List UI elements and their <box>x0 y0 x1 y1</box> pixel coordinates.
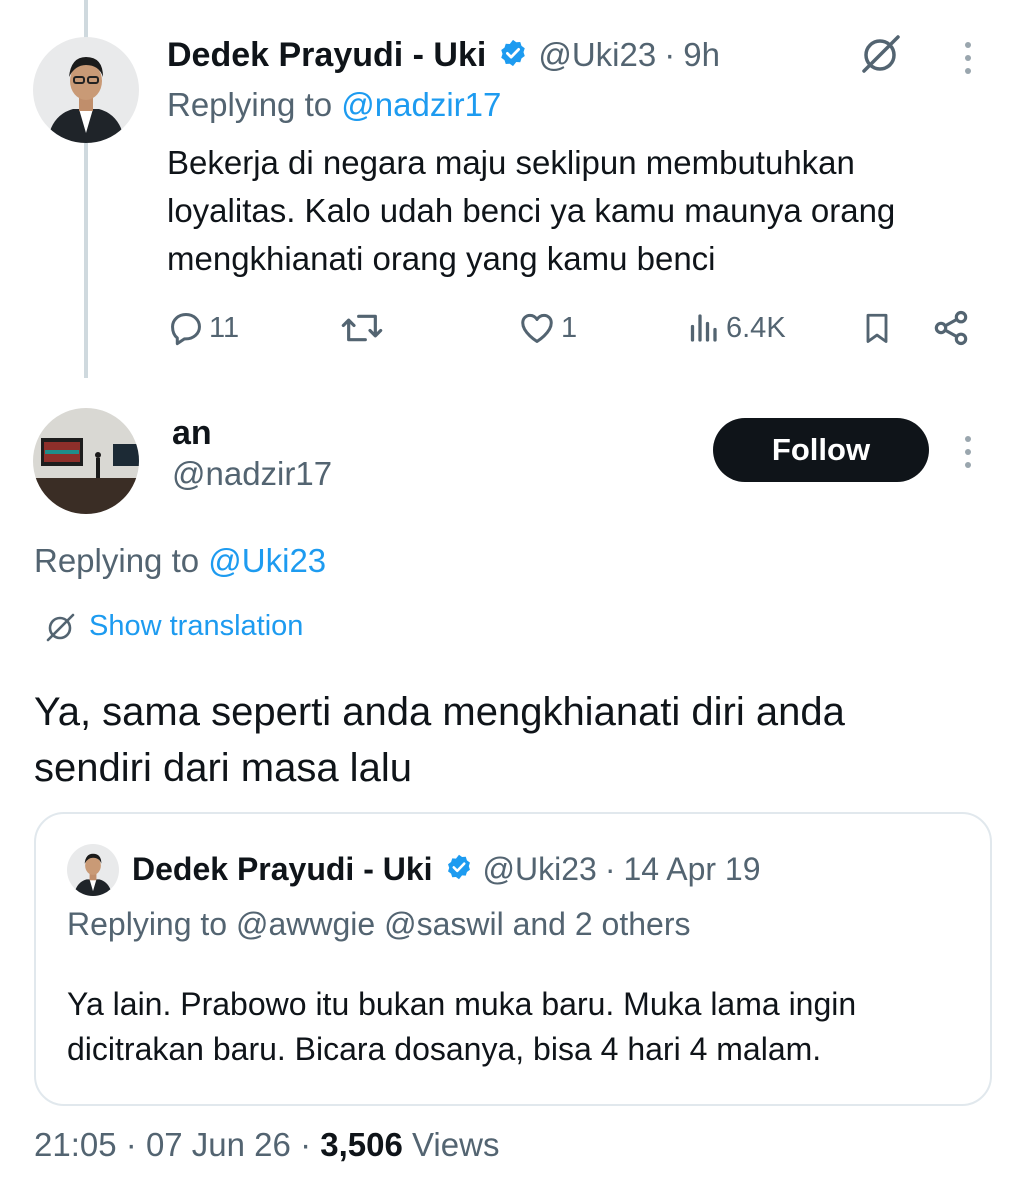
tweet-text-line: Ya lain. Prabowo itu bukan muka baru. Mu… <box>67 986 857 1022</box>
tweet-text-line: dicitrakan baru. Bicara dosanya, bisa 4 … <box>67 1031 822 1067</box>
retweet-icon <box>341 314 383 342</box>
views-label: Views <box>412 1126 500 1163</box>
reply-count: 11 <box>209 311 240 344</box>
views-count: 3,506 <box>320 1126 403 1163</box>
quoted-tweet-header: Dedek Prayudi - Uki @Uki23 · 14 Apr 19 <box>132 846 761 892</box>
reply-button[interactable]: 11 <box>167 307 239 349</box>
grok-icon[interactable] <box>858 31 904 77</box>
reply-icon <box>171 313 201 346</box>
replying-to: Replying to @awwgie @saswil and 2 others <box>67 906 691 942</box>
replying-handle-link[interactable]: @Uki23 <box>208 542 326 579</box>
author-name[interactable]: an <box>172 414 212 453</box>
author-handle: @Uki23 <box>482 850 597 887</box>
like-button[interactable]: 1 <box>517 307 577 349</box>
verified-badge-icon <box>498 38 528 73</box>
tweet-time[interactable]: 9h <box>683 36 720 74</box>
author-name[interactable]: Dedek Prayudi - Uki <box>167 36 486 75</box>
tweet-date[interactable]: 07 Jun 26 <box>146 1126 291 1163</box>
separator-dot: · <box>125 1126 137 1163</box>
show-translation-link[interactable]: Show translation <box>45 610 303 643</box>
replying-to: Replying to @Uki23 <box>34 542 326 580</box>
separator-dot: · <box>604 850 616 887</box>
show-translation-label: Show translation <box>89 610 304 642</box>
tweet-text-line: mengkhianati orang yang kamu benci <box>167 240 716 277</box>
avatar-photo <box>33 408 139 514</box>
tweet-text: Ya lain. Prabowo itu bukan muka baru. Mu… <box>67 982 856 1072</box>
author-handle[interactable]: @Uki23 <box>538 36 656 74</box>
bookmark-icon <box>866 313 888 343</box>
replying-prefix: Replying to <box>167 86 333 123</box>
tweet-text: Bekerja di negara maju seklipun membutuh… <box>167 139 895 283</box>
tweet-time[interactable]: 21:05 <box>34 1126 117 1163</box>
share-button[interactable] <box>931 307 971 349</box>
replying-to: Replying to @nadzir17 <box>167 86 501 124</box>
tweet-date: 14 Apr 19 <box>623 850 761 887</box>
separator-dot: · <box>664 36 676 73</box>
separator-dot: · <box>300 1126 312 1163</box>
tweet-text-line: Ya, sama seperti anda mengkhianati diri … <box>34 690 845 734</box>
tweet-text-line: Bekerja di negara maju seklipun membutuh… <box>167 144 855 181</box>
avatar-photo <box>33 37 139 143</box>
tweet-text: Ya, sama seperti anda mengkhianati diri … <box>34 684 845 796</box>
tweet-text-line: sendiri dari masa lalu <box>34 746 412 790</box>
author-name: Dedek Prayudi - Uki <box>132 850 433 887</box>
replying-handle-link[interactable]: @nadzir17 <box>341 86 501 123</box>
replying-prefix: Replying to <box>34 542 200 579</box>
like-count: 1 <box>561 311 578 344</box>
quoted-tweet-card[interactable]: Dedek Prayudi - Uki @Uki23 · 14 Apr 19 R… <box>34 812 992 1106</box>
author-handle[interactable]: @nadzir17 <box>172 455 332 493</box>
avatar[interactable] <box>33 37 139 143</box>
avatar-photo <box>67 844 119 896</box>
tweet-header: Dedek Prayudi - Uki @Uki23 · 9h <box>167 32 720 78</box>
more-options-icon[interactable] <box>965 436 971 468</box>
follow-button[interactable]: Follow <box>713 418 929 482</box>
share-icon <box>934 310 968 346</box>
translate-icon <box>46 613 75 641</box>
bookmark-button[interactable] <box>859 307 895 349</box>
avatar[interactable] <box>33 408 139 514</box>
verified-badge-icon <box>445 853 473 886</box>
views-icon <box>690 314 717 342</box>
like-icon <box>521 313 553 343</box>
tweet-metadata: 21:05 · 07 Jun 26 · 3,506 Views <box>34 1126 499 1164</box>
views-count: 6.4K <box>726 311 786 344</box>
avatar <box>67 844 119 896</box>
retweet-button[interactable] <box>340 307 384 349</box>
more-options-icon[interactable] <box>965 42 971 74</box>
tweet-text-line: loyalitas. Kalo udah benci ya kamu mauny… <box>167 192 896 229</box>
views-button[interactable]: 6.4K <box>686 307 786 349</box>
